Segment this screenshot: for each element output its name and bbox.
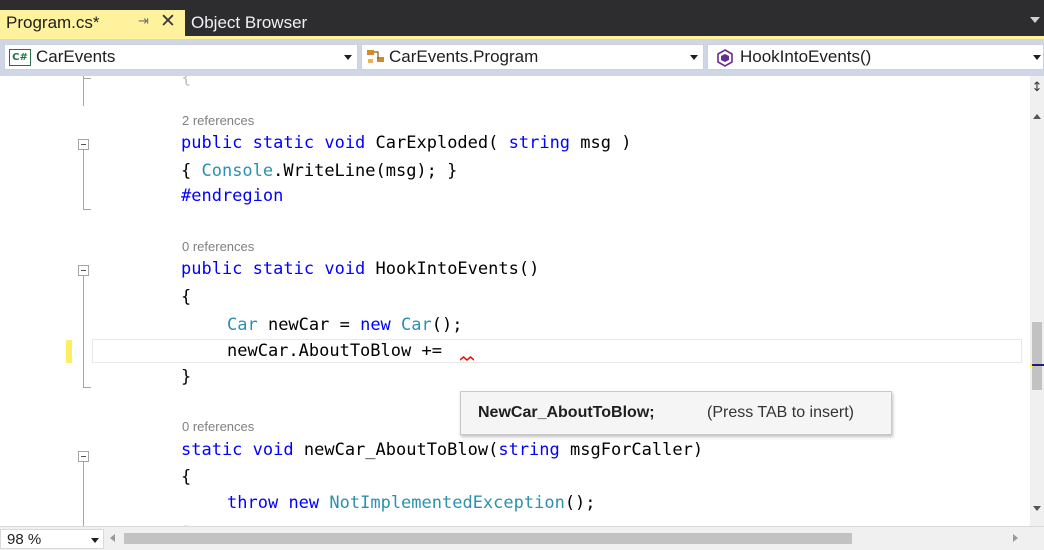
project-dropdown-value: CarEvents [36, 47, 116, 66]
outline-guide-end [83, 209, 91, 210]
scroll-down-arrow-icon[interactable] [1033, 506, 1041, 511]
collapse-toggle-icon[interactable] [78, 451, 89, 462]
code-line: public static void HookIntoEvents() [181, 259, 540, 279]
code-line: #endregion [181, 186, 284, 206]
codelens-references[interactable]: 2 references [182, 113, 254, 129]
suggestion-text[interactable]: NewCar_AboutToBlow; [478, 404, 655, 422]
codelens-references[interactable]: 0 references [182, 239, 254, 255]
chevron-down-icon[interactable] [690, 55, 698, 60]
outline-guide [83, 76, 84, 106]
csharp-project-icon: C# [9, 49, 31, 66]
outline-guide-end [83, 78, 91, 79]
scrollbar-thumb[interactable] [1032, 322, 1042, 390]
split-window-icon[interactable]: ↕ [1030, 80, 1044, 96]
code-line: static void newCar_AboutToBlow(string ms… [181, 440, 704, 460]
member-dropdown-value: HookIntoEvents() [740, 47, 872, 66]
code-line: { [181, 467, 192, 487]
outline-guide [83, 462, 84, 526]
document-tab-strip: Program.cs* ⇥ ✕ Object Browser [0, 0, 1044, 36]
intellisense-tooltip[interactable]: NewCar_AboutToBlow; (Press TAB to insert… [460, 391, 892, 435]
scroll-up-arrow-icon[interactable] [1033, 114, 1041, 119]
codelens-references[interactable]: 0 references [182, 419, 254, 435]
tab-label: Object Browser [191, 13, 308, 32]
zoom-value: 98 % [7, 531, 42, 548]
close-icon[interactable]: ✕ [160, 10, 176, 33]
tab-object-browser[interactable]: Object Browser [185, 10, 385, 36]
code-line: { Console.WriteLine(msg); } [181, 161, 458, 181]
navigation-bar: C# CarEvents CarEvents.Program HookIntoE… [0, 39, 1044, 76]
type-dropdown-value: CarEvents.Program [389, 47, 539, 66]
scroll-left-arrow-icon[interactable] [110, 534, 115, 542]
chevron-down-icon[interactable] [344, 55, 352, 60]
class-icon [367, 50, 384, 63]
unsaved-change-marker [66, 340, 72, 363]
code-line: public static void CarExploded( string m… [181, 133, 632, 153]
method-icon [717, 49, 733, 67]
tab-label: Program.cs* [6, 13, 100, 32]
project-dropdown[interactable]: C# CarEvents [4, 44, 358, 70]
chevron-down-icon[interactable] [1033, 55, 1041, 60]
scroll-right-arrow-icon[interactable] [1013, 534, 1018, 542]
pin-icon[interactable]: ⇥ [138, 13, 149, 29]
collapse-toggle-icon[interactable] [78, 139, 89, 150]
tab-overflow-chevron-icon[interactable] [1030, 17, 1040, 23]
indicator-margin [0, 76, 60, 526]
tab-program-cs[interactable]: Program.cs* ⇥ ✕ [0, 10, 185, 36]
member-dropdown[interactable]: HookIntoEvents() [707, 44, 1044, 70]
code-line-current[interactable]: newCar.AboutToBlow += [227, 339, 442, 363]
scrollbar-caret-marker [1032, 364, 1044, 366]
code-line: Car newCar = new Car(); [227, 315, 463, 335]
editor-bottom-bar: 98 % [0, 526, 1044, 550]
suggestion-hint: (Press TAB to insert) [707, 404, 854, 421]
outline-guide [83, 150, 84, 210]
error-squiggle [460, 356, 474, 361]
vertical-scrollbar[interactable]: ↕ [1030, 76, 1044, 526]
type-dropdown[interactable]: CarEvents.Program [361, 44, 704, 70]
zoom-dropdown[interactable]: 98 % [0, 529, 104, 549]
collapse-toggle-icon[interactable] [78, 265, 89, 276]
outline-guide-end [83, 387, 91, 388]
chevron-down-icon[interactable] [91, 538, 99, 543]
code-line: throw new NotImplementedException(); [227, 493, 596, 513]
code-line: } [181, 367, 192, 387]
partial-code-line: - [181, 516, 192, 526]
horizontal-scrollbar-thumb[interactable] [124, 533, 852, 544]
outline-guide [83, 276, 84, 388]
code-editor[interactable]: { 2 references public static void CarExp… [0, 76, 1030, 526]
partial-code-line: { [181, 76, 990, 88]
code-line: { [181, 287, 192, 307]
